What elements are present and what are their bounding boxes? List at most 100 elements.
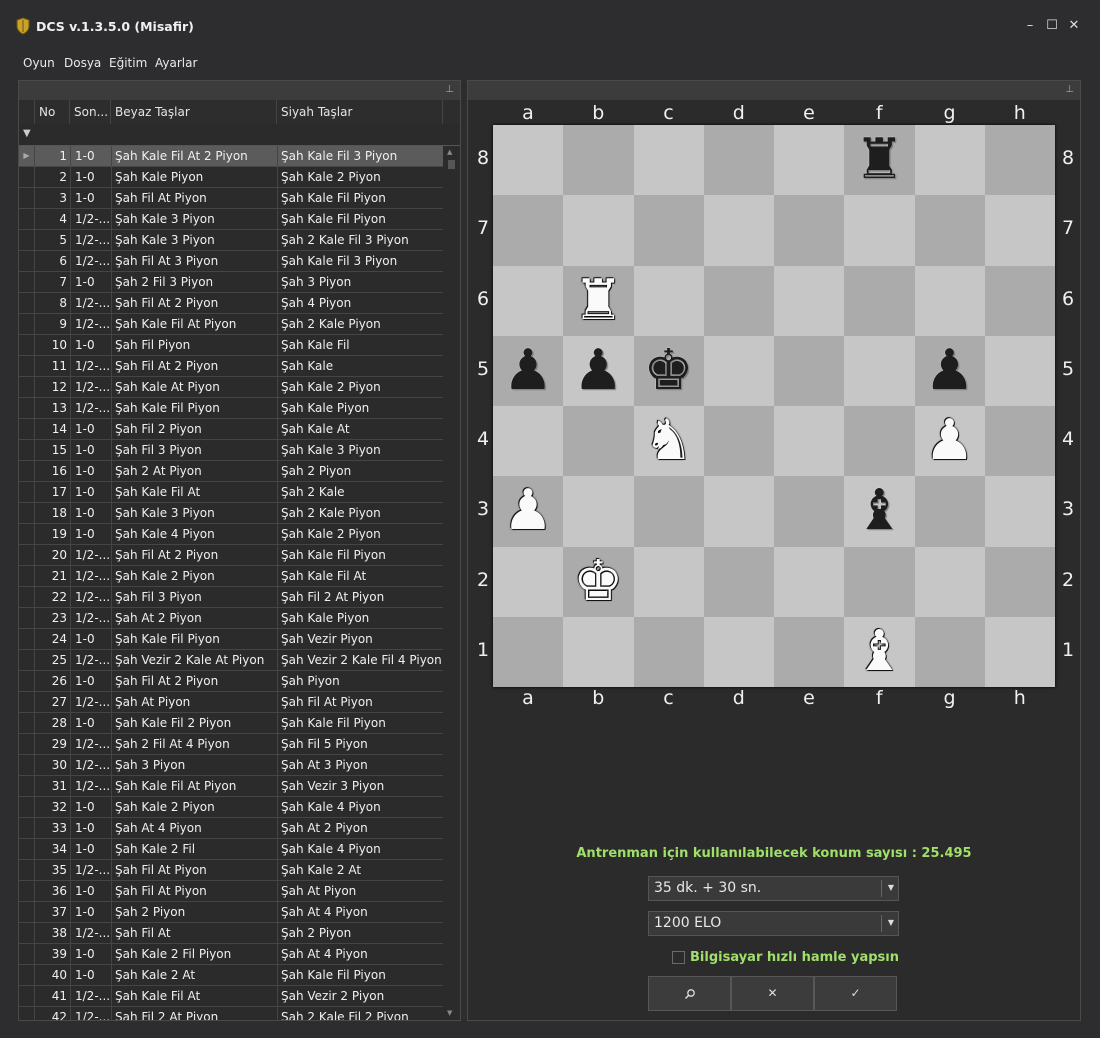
row-indicator[interactable] — [19, 251, 35, 272]
square-a8[interactable] — [493, 125, 564, 196]
row-indicator[interactable] — [19, 377, 35, 398]
square-c1[interactable] — [633, 616, 704, 687]
row-indicator[interactable] — [19, 986, 35, 1007]
chevron-down-icon[interactable]: ▼ — [888, 883, 894, 892]
row-indicator[interactable] — [19, 818, 35, 839]
table-row[interactable]: 9 1/2-... Şah Kale Fil At Piyon Şah 2 Kale … — [19, 314, 443, 335]
table-row[interactable]: 39 1-0 Şah Kale 2 Fil Piyon Şah At 4 Piyon — [19, 944, 443, 965]
square-a6[interactable] — [493, 265, 564, 336]
black-pawn-icon[interactable]: ♟ — [915, 336, 985, 406]
table-row[interactable]: 11 1/2-... Şah Fil At 2 Piyon Şah Kale — [19, 356, 443, 377]
row-indicator[interactable] — [19, 440, 35, 461]
square-e4[interactable] — [774, 406, 845, 477]
square-f4[interactable] — [844, 406, 915, 477]
white-rook-icon[interactable]: ♜ — [563, 266, 633, 336]
row-indicator[interactable] — [19, 902, 35, 923]
table-row[interactable]: 29 1/2-... Şah 2 Fil At 4 Piyon Şah Fil 5 P… — [19, 734, 443, 755]
black-pawn-icon[interactable]: ♟ — [563, 336, 633, 406]
time-control-select[interactable]: 35 dk. + 30 sn. ▼ — [648, 876, 899, 901]
white-knight-icon[interactable]: ♞ — [634, 406, 704, 476]
fast-move-checkbox[interactable] — [672, 951, 685, 964]
column-header-result[interactable]: Son... — [70, 100, 111, 124]
table-row[interactable]: 24 1-0 Şah Kale Fil Piyon Şah Vezir Piyon — [19, 629, 443, 650]
row-indicator[interactable] — [19, 272, 35, 293]
cancel-button[interactable]: ✕ — [731, 976, 814, 1011]
row-indicator[interactable] — [19, 713, 35, 734]
table-row[interactable]: 15 1-0 Şah Fil 3 Piyon Şah Kale 3 Piyon — [19, 440, 443, 461]
row-indicator[interactable] — [19, 293, 35, 314]
table-row[interactable]: 42 1/2-... Şah Fil 2 At Piyon Şah 2 Kale Fi… — [19, 1007, 443, 1020]
table-row[interactable]: 2 1-0 Şah Kale Piyon Şah Kale 2 Piyon — [19, 167, 443, 188]
close-button[interactable]: ✕ — [1064, 14, 1084, 38]
square-e2[interactable] — [774, 546, 845, 617]
square-e7[interactable] — [774, 195, 845, 266]
square-a4[interactable] — [493, 406, 564, 477]
row-indicator[interactable] — [19, 755, 35, 776]
filter-row[interactable]: ▼ — [19, 124, 460, 146]
square-h2[interactable] — [984, 546, 1055, 617]
square-h6[interactable] — [984, 265, 1055, 336]
square-c2[interactable] — [633, 546, 704, 617]
square-b1[interactable] — [563, 616, 634, 687]
square-e6[interactable] — [774, 265, 845, 336]
square-a7[interactable] — [493, 195, 564, 266]
square-d6[interactable] — [703, 265, 774, 336]
menu-oyun[interactable]: Oyun — [23, 56, 55, 70]
square-d5[interactable] — [703, 335, 774, 406]
table-row[interactable]: 37 1-0 Şah 2 Piyon Şah At 4 Piyon — [19, 902, 443, 923]
square-d8[interactable] — [703, 125, 774, 196]
row-indicator[interactable] — [19, 461, 35, 482]
table-row[interactable]: 23 1/2-... Şah At 2 Piyon Şah Kale Piyon — [19, 608, 443, 629]
table-row[interactable]: 7 1-0 Şah 2 Fil 3 Piyon Şah 3 Piyon — [19, 272, 443, 293]
square-h1[interactable] — [984, 616, 1055, 687]
table-row[interactable]: 32 1-0 Şah Kale 2 Piyon Şah Kale 4 Piyon — [19, 797, 443, 818]
square-c3[interactable] — [633, 476, 704, 547]
scroll-up-icon[interactable]: ▲ — [447, 148, 452, 156]
row-indicator[interactable] — [19, 881, 35, 902]
table-row[interactable]: 17 1-0 Şah Kale Fil At Şah 2 Kale — [19, 482, 443, 503]
menu-egitim[interactable]: Eğitim — [109, 56, 147, 70]
square-g8[interactable] — [914, 125, 985, 196]
row-pointer-icon[interactable]: ▶ — [19, 146, 35, 167]
square-d4[interactable] — [703, 406, 774, 477]
row-indicator[interactable] — [19, 482, 35, 503]
column-header-black[interactable]: Siyah Taşlar — [277, 100, 443, 124]
row-indicator[interactable] — [19, 944, 35, 965]
table-row[interactable]: 12 1/2-... Şah Kale At Piyon Şah Kale 2 Piy… — [19, 377, 443, 398]
row-indicator[interactable] — [19, 965, 35, 986]
table-row[interactable]: 41 1/2-... Şah Kale Fil At Şah Vezir 2 Piyo… — [19, 986, 443, 1007]
table-row[interactable]: 34 1-0 Şah Kale 2 Fil Şah Kale 4 Piyon — [19, 839, 443, 860]
confirm-button[interactable]: ✓ — [814, 976, 897, 1011]
white-king-icon[interactable]: ♚ — [563, 547, 633, 617]
table-row[interactable]: 13 1/2-... Şah Kale Fil Piyon Şah Kale Piyo… — [19, 398, 443, 419]
pin-icon[interactable]: ⊥ — [445, 84, 454, 95]
table-row[interactable]: 21 1/2-... Şah Kale 2 Piyon Şah Kale Fil At — [19, 566, 443, 587]
square-h3[interactable] — [984, 476, 1055, 547]
square-h4[interactable] — [984, 406, 1055, 477]
table-row[interactable]: 14 1-0 Şah Fil 2 Piyon Şah Kale At — [19, 419, 443, 440]
row-indicator[interactable] — [19, 587, 35, 608]
square-c8[interactable] — [633, 125, 704, 196]
row-indicator[interactable] — [19, 314, 35, 335]
row-indicator[interactable] — [19, 923, 35, 944]
table-row[interactable]: 20 1/2-... Şah Fil At 2 Piyon Şah Kale Fil … — [19, 545, 443, 566]
black-king-icon[interactable]: ♚ — [634, 336, 704, 406]
square-a2[interactable] — [493, 546, 564, 617]
black-pawn-icon[interactable]: ♟ — [493, 336, 563, 406]
row-indicator[interactable] — [19, 545, 35, 566]
menu-ayarlar[interactable]: Ayarlar — [155, 56, 197, 70]
row-indicator[interactable] — [19, 419, 35, 440]
table-row[interactable]: 25 1/2-... Şah Vezir 2 Kale At Piyon Şah Ve… — [19, 650, 443, 671]
table-row[interactable]: 18 1-0 Şah Kale 3 Piyon Şah 2 Kale Piyon — [19, 503, 443, 524]
square-d7[interactable] — [703, 195, 774, 266]
column-header-no[interactable]: No — [35, 100, 70, 124]
row-indicator[interactable] — [19, 503, 35, 524]
row-indicator[interactable] — [19, 398, 35, 419]
row-indicator[interactable] — [19, 797, 35, 818]
square-e5[interactable] — [774, 335, 845, 406]
square-g1[interactable] — [914, 616, 985, 687]
table-row[interactable]: 30 1/2-... Şah 3 Piyon Şah At 3 Piyon — [19, 755, 443, 776]
row-indicator[interactable] — [19, 629, 35, 650]
square-g2[interactable] — [914, 546, 985, 617]
white-pawn-icon[interactable]: ♟ — [493, 476, 563, 546]
